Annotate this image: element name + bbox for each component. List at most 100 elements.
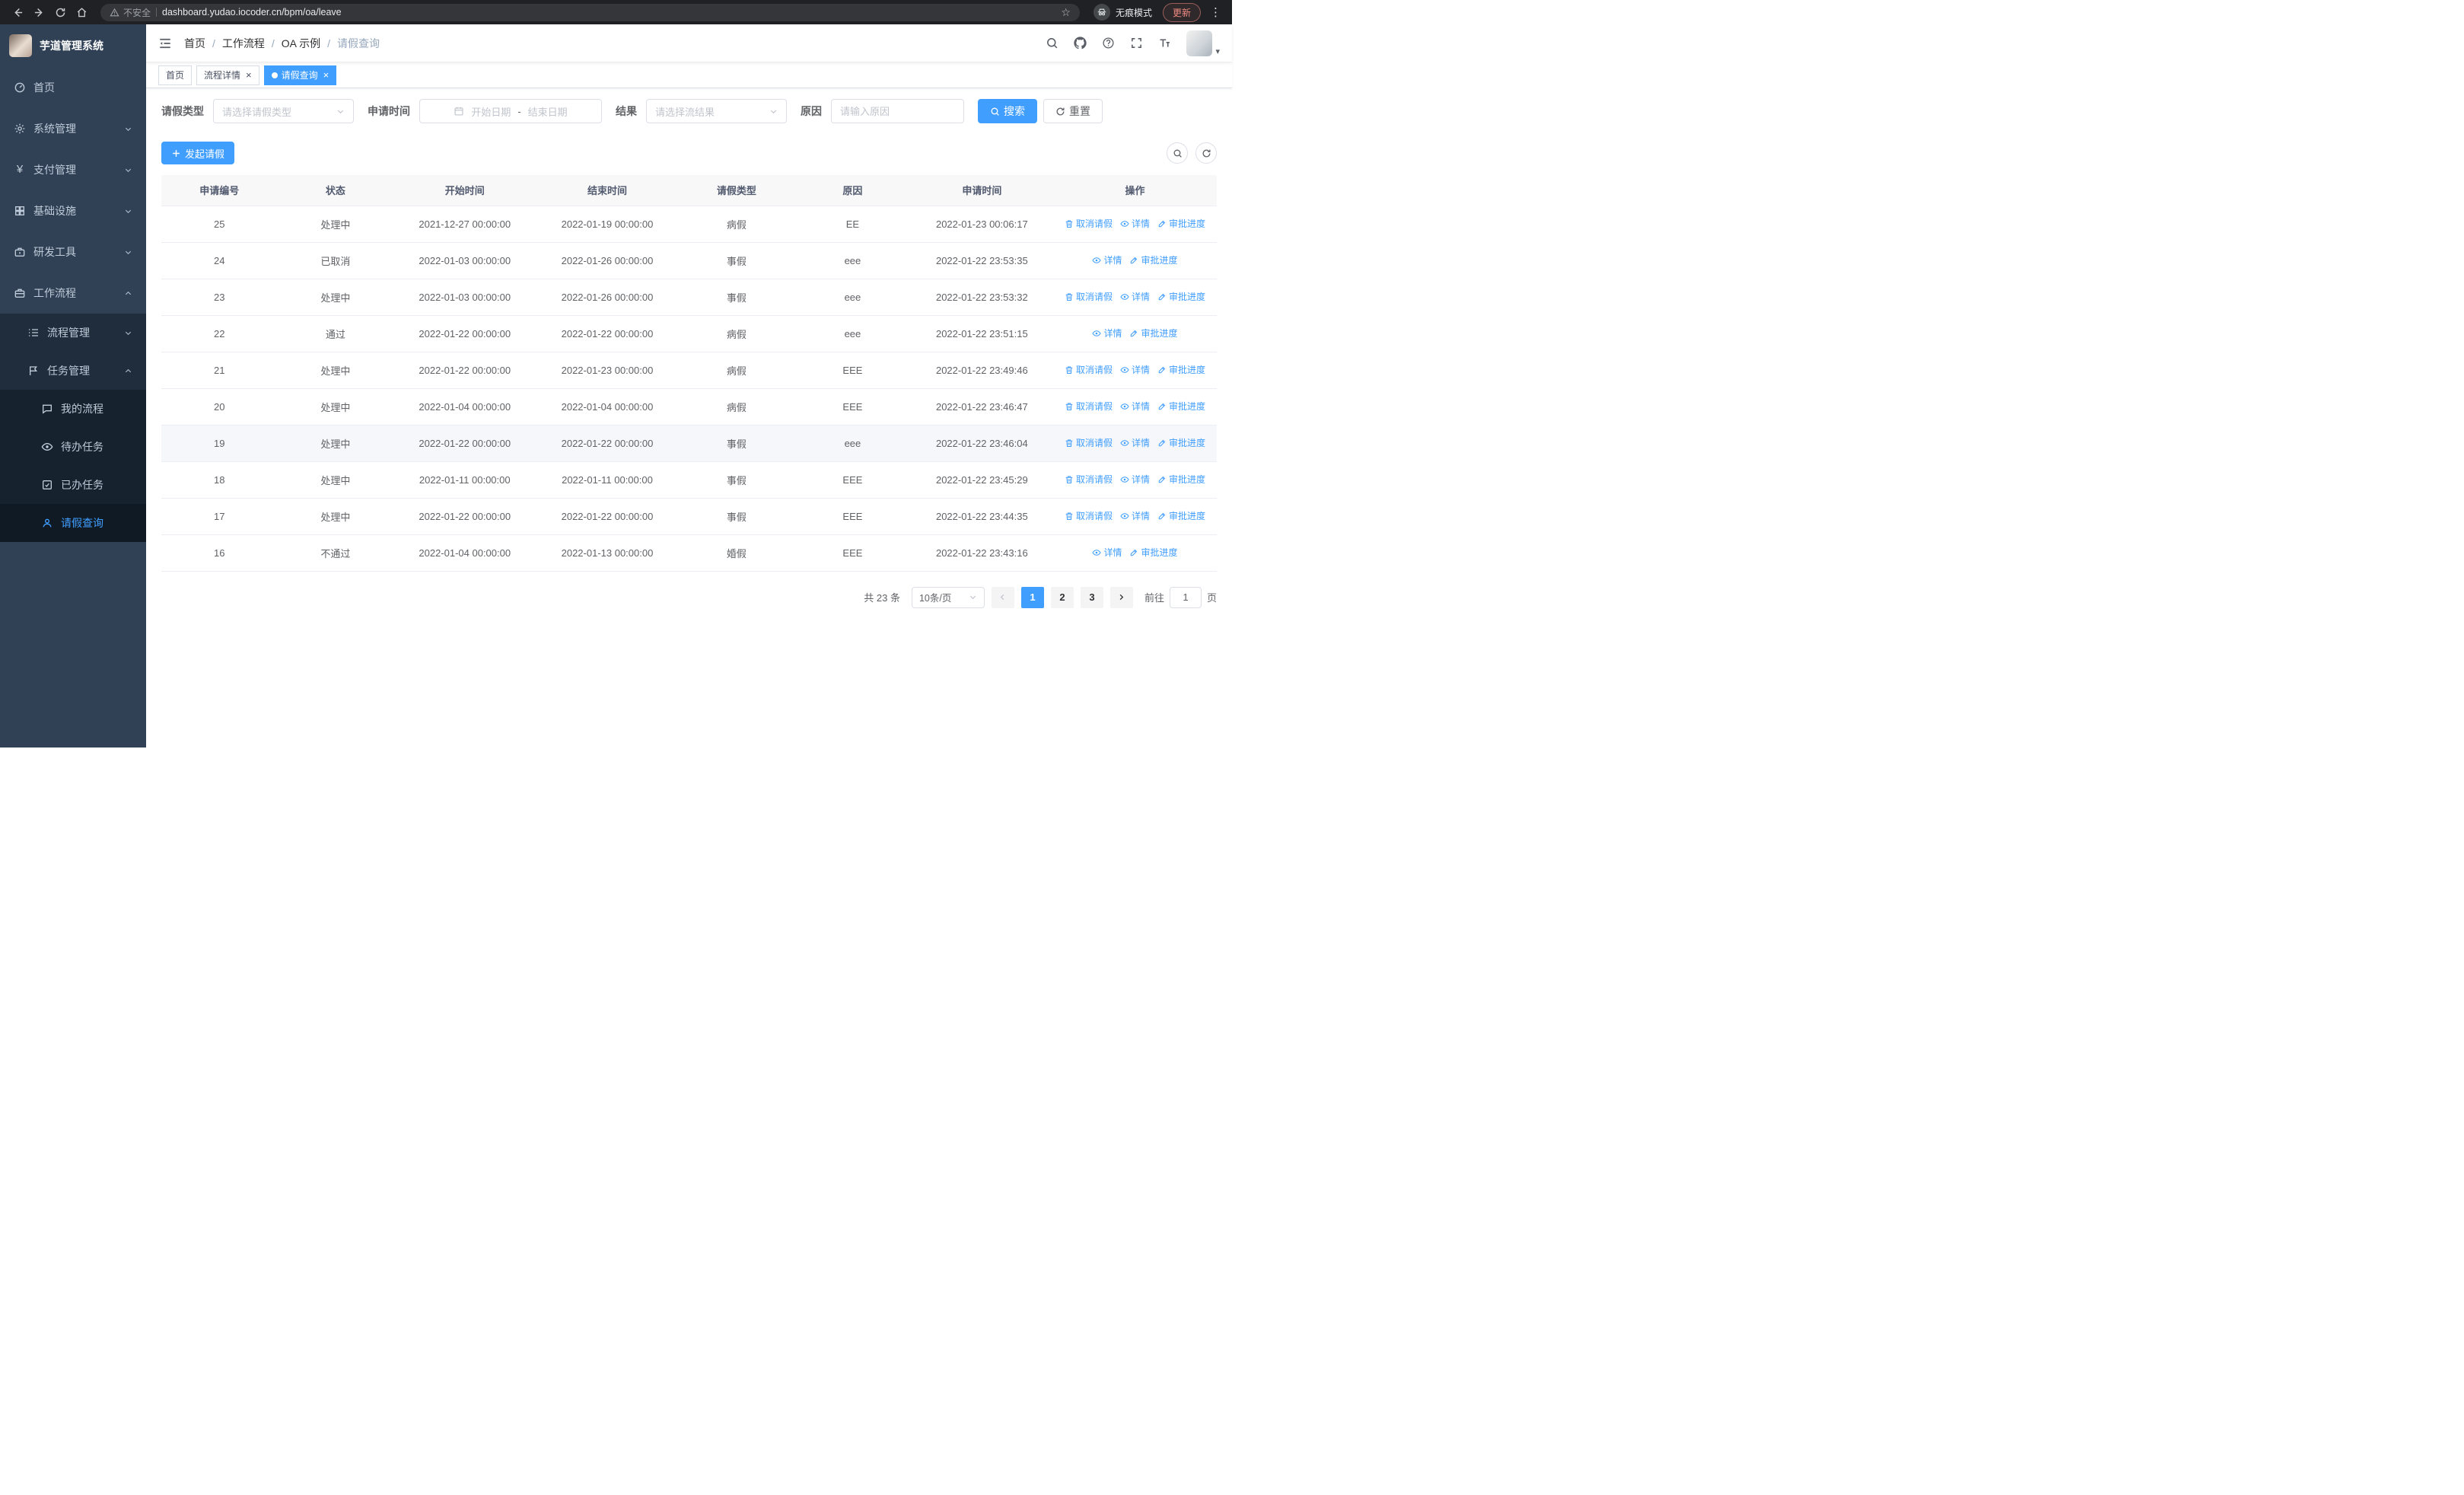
edit-icon — [1158, 366, 1166, 373]
column-header: 操作 — [1052, 175, 1217, 206]
refresh-table-button[interactable] — [1195, 142, 1217, 164]
date-range-picker[interactable]: 开始日期 - 结束日期 — [419, 99, 602, 123]
sidebar-item-pending-tasks[interactable]: 待办任务 — [0, 428, 146, 466]
progress-action-link[interactable]: 审批进度 — [1129, 253, 1177, 266]
action-label: 详情 — [1131, 401, 1150, 413]
reason-input[interactable] — [840, 105, 955, 117]
progress-action-link[interactable]: 审批进度 — [1129, 327, 1177, 339]
github-button[interactable] — [1074, 37, 1087, 49]
sidebar-item-home[interactable]: 首页 — [0, 67, 146, 108]
cell-actions: 取消请假 详情 审批进度 — [1052, 279, 1217, 316]
page-button-1[interactable]: 1 — [1020, 586, 1044, 608]
back-button[interactable] — [8, 2, 27, 22]
cancel-action-link[interactable]: 取消请假 — [1065, 400, 1113, 413]
detail-action-link[interactable]: 详情 — [1092, 327, 1122, 339]
sidebar-item-payment[interactable]: ¥ 支付管理 — [0, 149, 146, 190]
next-page-button[interactable] — [1109, 586, 1133, 608]
detail-action-link[interactable]: 详情 — [1120, 509, 1150, 522]
detail-action-link[interactable]: 详情 — [1120, 290, 1150, 303]
cell-type: 病假 — [678, 206, 795, 243]
tab-process-detail[interactable]: 流程详情 × — [196, 65, 259, 85]
bookmark-star-icon[interactable]: ☆ — [1061, 6, 1071, 19]
progress-action-link[interactable]: 审批进度 — [1157, 509, 1205, 522]
progress-action-link[interactable]: 审批进度 — [1157, 473, 1205, 486]
cancel-action-link[interactable]: 取消请假 — [1065, 363, 1113, 376]
browser-menu-icon[interactable]: ⋮ — [1207, 5, 1224, 19]
chevron-down-icon — [125, 209, 132, 213]
create-leave-button[interactable]: 发起请假 — [161, 142, 235, 164]
security-status[interactable]: 不安全 — [110, 6, 151, 19]
sidebar-item-task-management[interactable]: 任务管理 — [0, 352, 146, 390]
tab-label: 首页 — [166, 70, 185, 81]
detail-action-link[interactable]: 详情 — [1120, 400, 1150, 413]
fullscreen-button[interactable] — [1130, 37, 1143, 49]
cancel-action-link[interactable]: 取消请假 — [1065, 473, 1113, 486]
prev-page-button[interactable] — [991, 586, 1014, 608]
breadcrumb-home[interactable]: 首页 — [184, 36, 205, 51]
detail-action-link[interactable]: 详情 — [1092, 546, 1122, 559]
cell-end: 2022-01-11 00:00:00 — [536, 461, 679, 499]
help-button[interactable] — [1102, 37, 1115, 49]
chevron-down-icon — [125, 168, 132, 172]
sidebar-item-done-tasks[interactable]: 已办任务 — [0, 466, 146, 504]
home-button[interactable] — [72, 2, 91, 22]
detail-action-link[interactable]: 详情 — [1120, 473, 1150, 486]
sidebar-item-leave-query[interactable]: 请假查询 — [0, 504, 146, 542]
detail-action-link[interactable]: 详情 — [1120, 363, 1150, 376]
sidebar-item-process-management[interactable]: 流程管理 — [0, 314, 146, 352]
user-menu[interactable]: ▾ — [1186, 30, 1220, 56]
cancel-action-link[interactable]: 取消请假 — [1065, 290, 1113, 303]
reset-button[interactable]: 重置 — [1043, 99, 1103, 123]
progress-action-link[interactable]: 审批进度 — [1157, 363, 1205, 376]
header-search-button[interactable] — [1046, 37, 1059, 49]
reload-button[interactable] — [50, 2, 70, 22]
tab-leave-query[interactable]: 请假查询 × — [263, 65, 337, 85]
leave-type-select[interactable]: 请选择请假类型 — [213, 99, 354, 123]
goto-page-input[interactable] — [1169, 586, 1202, 608]
breadcrumb-oa-example[interactable]: OA 示例 — [282, 36, 320, 51]
sidebar-collapse-button[interactable] — [158, 37, 172, 50]
progress-action-link[interactable]: 审批进度 — [1157, 400, 1205, 413]
progress-action-link[interactable]: 审批进度 — [1157, 436, 1205, 449]
create-leave-label: 发起请假 — [185, 148, 225, 160]
font-size-button[interactable] — [1158, 37, 1171, 49]
cell-id: 17 — [161, 498, 278, 535]
forward-button[interactable] — [29, 2, 49, 22]
page-size-select[interactable]: 10条/页 — [911, 586, 985, 608]
refresh-icon — [1056, 107, 1065, 115]
tab-home[interactable]: 首页 — [158, 65, 193, 85]
detail-action-link[interactable]: 详情 — [1120, 436, 1150, 449]
column-header: 结束时间 — [536, 175, 679, 206]
result-select[interactable]: 请选择流结果 — [646, 99, 787, 123]
page-button-2[interactable]: 2 — [1050, 586, 1074, 608]
cell-start: 2022-01-04 00:00:00 — [393, 388, 536, 426]
sidebar-item-my-processes[interactable]: 我的流程 — [0, 390, 146, 428]
search-button[interactable]: 搜索 — [978, 99, 1037, 123]
filter-leave-type: 请假类型 请选择请假类型 — [161, 99, 354, 123]
sidebar-item-workflow[interactable]: 工作流程 — [0, 273, 146, 314]
home-icon — [77, 7, 86, 17]
sidebar-menu: 首页 系统管理 ¥ 支付管理 基础设施 研发工具 工作流程 流程管理 任务管理 … — [0, 67, 146, 748]
progress-action-link[interactable]: 审批进度 — [1157, 217, 1205, 230]
progress-action-link[interactable]: 审批进度 — [1157, 290, 1205, 303]
cancel-action-link[interactable]: 取消请假 — [1065, 509, 1113, 522]
cell-start: 2022-01-22 00:00:00 — [393, 498, 536, 535]
url-bar[interactable]: 不安全 dashboard.yudao.iocoder.cn/bpm/oa/le… — [100, 3, 1080, 21]
breadcrumb-workflow[interactable]: 工作流程 — [222, 36, 265, 51]
cancel-action-link[interactable]: 取消请假 — [1065, 217, 1113, 230]
close-icon[interactable]: × — [246, 70, 252, 80]
sidebar-item-system[interactable]: 系统管理 — [0, 108, 146, 149]
sidebar-item-infrastructure[interactable]: 基础设施 — [0, 190, 146, 231]
reload-icon — [56, 8, 65, 17]
user-menu-caret-icon: ▾ — [1215, 46, 1220, 56]
close-icon[interactable]: × — [323, 70, 329, 80]
browser-update-button[interactable]: 更新 — [1162, 2, 1201, 22]
progress-action-link[interactable]: 审批进度 — [1129, 546, 1177, 559]
toggle-search-button[interactable] — [1167, 142, 1188, 164]
sidebar-item-dev-tools[interactable]: 研发工具 — [0, 231, 146, 273]
leave-type-label: 请假类型 — [161, 105, 204, 117]
page-button-3[interactable]: 3 — [1080, 586, 1103, 608]
detail-action-link[interactable]: 详情 — [1120, 217, 1150, 230]
cancel-action-link[interactable]: 取消请假 — [1065, 436, 1113, 449]
detail-action-link[interactable]: 详情 — [1092, 253, 1122, 266]
